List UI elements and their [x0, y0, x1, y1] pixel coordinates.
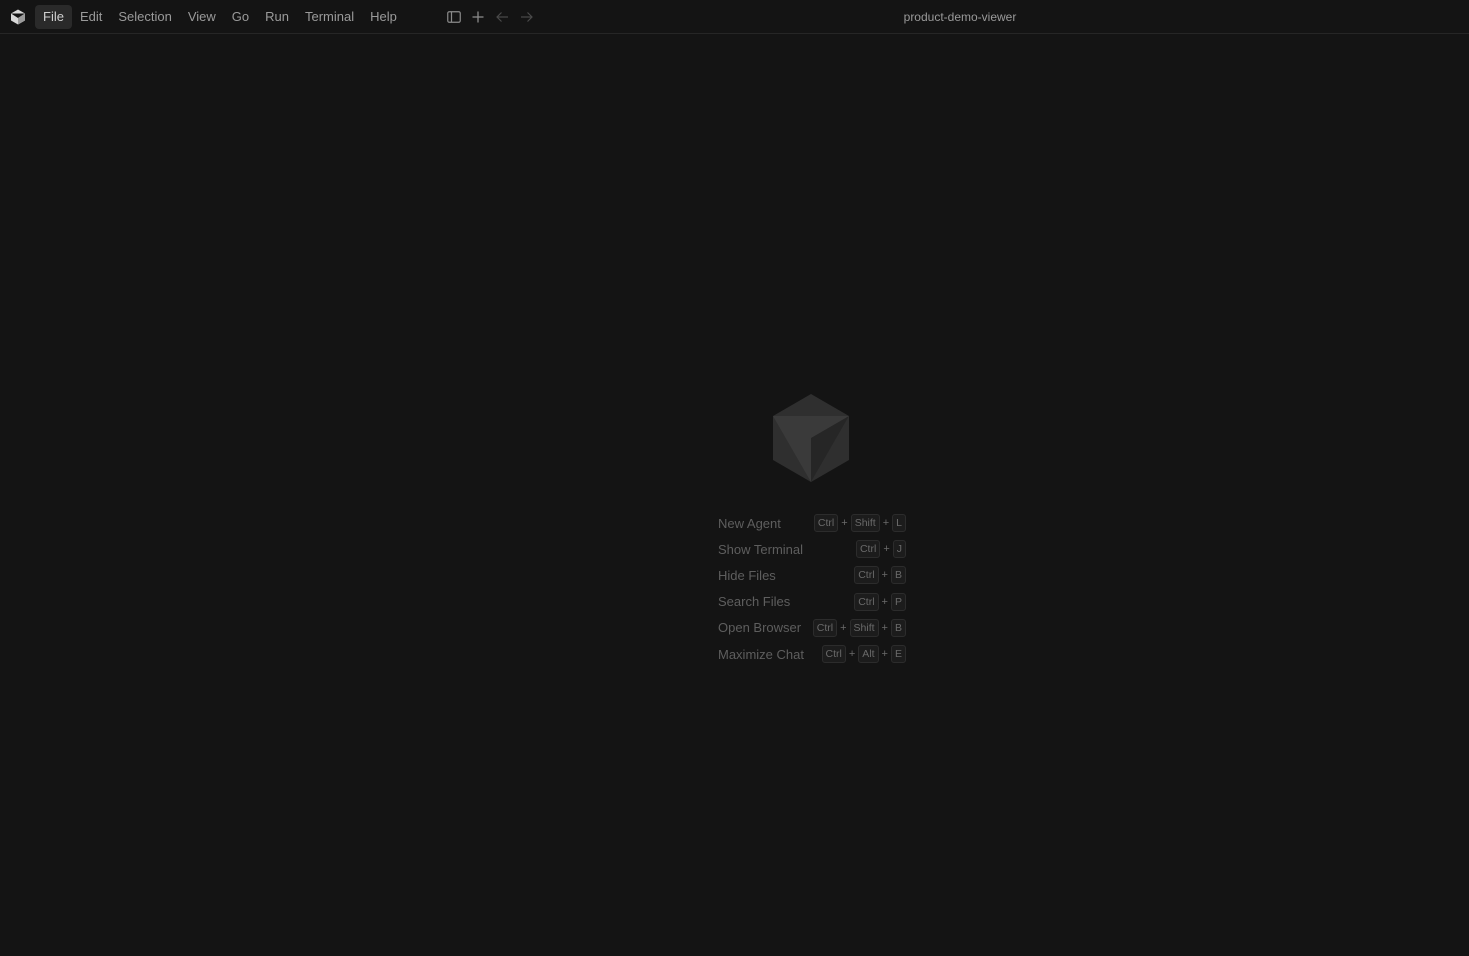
- key-cap: Alt: [858, 645, 879, 664]
- key-cap: B: [890, 566, 906, 585]
- key-cap: E: [890, 645, 906, 664]
- shortcut-list: New Agent Ctrl + Shift + L Show Terminal Ctr…: [718, 510, 906, 667]
- key-cap: Ctrl: [854, 566, 879, 585]
- shortcut-label: Hide Files: [718, 567, 776, 583]
- menu-run[interactable]: Run: [257, 5, 297, 29]
- plus-icon: [472, 11, 484, 23]
- key-cap: Ctrl: [812, 618, 838, 637]
- key-cap: Shift: [849, 618, 879, 637]
- new-button[interactable]: [468, 7, 488, 27]
- key-cap: Ctrl: [854, 592, 879, 611]
- key-cap: J: [892, 540, 906, 559]
- menu-edit[interactable]: Edit: [72, 5, 110, 29]
- shortcut-label: Open Browser: [718, 620, 802, 636]
- shortcut-keys: Ctrl + Shift + B: [812, 618, 906, 637]
- shortcut-row-hide-files[interactable]: Hide Files Ctrl + B: [718, 562, 906, 588]
- menu-view[interactable]: View: [180, 5, 224, 29]
- menu-terminal[interactable]: Terminal: [297, 5, 362, 29]
- window-title: product-demo-viewer: [903, 10, 1017, 24]
- key-cap: B: [890, 618, 906, 637]
- title-bar: File Edit Selection View Go Run Terminal…: [0, 0, 1469, 34]
- forward-button[interactable]: [516, 7, 536, 27]
- menu-bar: File Edit Selection View Go Run Terminal…: [35, 5, 405, 29]
- key-cap: P: [890, 592, 906, 611]
- menu-selection[interactable]: Selection: [110, 5, 179, 29]
- shortcut-label: Maximize Chat: [718, 646, 804, 662]
- menu-file[interactable]: File: [35, 5, 72, 29]
- key-cap: Ctrl: [813, 514, 839, 533]
- shortcut-keys: Ctrl + Alt + E: [821, 645, 906, 664]
- arrow-left-icon: [495, 12, 508, 22]
- shortcut-keys: Ctrl + P: [854, 592, 906, 611]
- key-cap: Ctrl: [821, 645, 846, 664]
- title-toolbar: [444, 7, 540, 27]
- menu-help[interactable]: Help: [362, 5, 405, 29]
- shortcut-row-maximize-chat[interactable]: Maximize Chat Ctrl + Alt + E: [718, 641, 906, 667]
- shortcut-label: Search Files: [718, 594, 791, 610]
- menu-go[interactable]: Go: [224, 5, 257, 29]
- sidebar-toggle-icon: [447, 11, 461, 23]
- cube-logo-icon: [773, 394, 849, 482]
- toggle-sidebar-button[interactable]: [444, 7, 464, 27]
- key-cap: Shift: [850, 514, 880, 533]
- shortcut-keys: Ctrl + Shift + L: [813, 514, 906, 533]
- arrow-right-icon: [520, 12, 533, 22]
- shortcut-keys: Ctrl + B: [854, 566, 906, 585]
- shortcut-row-new-agent[interactable]: New Agent Ctrl + Shift + L: [718, 510, 906, 536]
- shortcut-row-open-browser[interactable]: Open Browser Ctrl + Shift + B: [718, 615, 906, 641]
- shortcut-row-search-files[interactable]: Search Files Ctrl + P: [718, 589, 906, 615]
- app-logo-icon[interactable]: [9, 8, 27, 26]
- key-cap: L: [892, 514, 906, 533]
- shortcut-keys: Ctrl + J: [855, 540, 906, 559]
- key-cap: Ctrl: [855, 540, 881, 559]
- shortcut-row-show-terminal[interactable]: Show Terminal Ctrl + J: [718, 536, 906, 562]
- back-button[interactable]: [492, 7, 512, 27]
- shortcut-label: Show Terminal: [718, 541, 804, 557]
- shortcut-label: New Agent: [718, 515, 781, 531]
